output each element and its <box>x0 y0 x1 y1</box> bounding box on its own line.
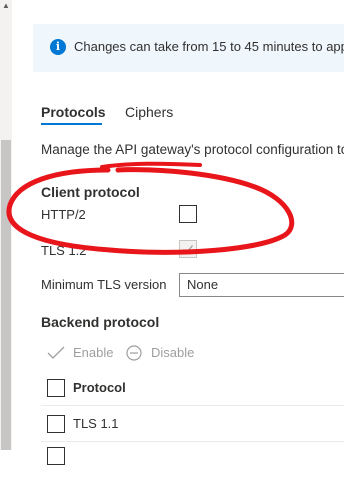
info-banner: i Changes can take from 15 to 45 minutes… <box>33 24 344 72</box>
tab-ciphers[interactable]: Ciphers <box>125 103 173 121</box>
disable-label: Disable <box>151 345 195 360</box>
min-tls-selected-value: None <box>187 277 219 292</box>
row-checkbox[interactable] <box>47 415 65 433</box>
tab-selected-indicator <box>41 123 102 125</box>
backend-protocol-title: Backend protocol <box>41 314 160 330</box>
min-tls-dropdown[interactable]: None <box>179 273 344 297</box>
scroll-up-icon[interactable]: ▲ <box>2 2 10 10</box>
http2-label: HTTP/2 <box>41 207 86 222</box>
page-scrollbar[interactable]: ▲ <box>0 0 12 450</box>
info-icon: i <box>50 39 66 55</box>
disable-icon <box>126 345 142 361</box>
info-banner-text: Changes can take from 15 to 45 minutes t… <box>74 39 344 54</box>
client-protocol-title: Client protocol <box>41 184 140 200</box>
scrollbar-thumb[interactable] <box>1 140 11 450</box>
min-tls-label: Minimum TLS version <box>41 277 167 292</box>
table-header-row: Protocol <box>41 370 344 406</box>
tls12-label: TLS 1.2 <box>41 243 87 258</box>
table-row[interactable]: TLS 1.1 <box>41 406 344 442</box>
page-description: Manage the API gateway's protocol config… <box>41 142 344 157</box>
select-all-checkbox[interactable] <box>47 379 65 397</box>
tab-protocols[interactable]: Protocols <box>41 103 106 121</box>
protocol-column-header[interactable]: Protocol <box>73 380 126 396</box>
tls12-checkbox[interactable] <box>179 240 197 258</box>
checkmark-icon <box>47 346 65 359</box>
table-row[interactable] <box>41 442 344 478</box>
checkmark-icon <box>183 245 193 254</box>
http2-checkbox[interactable] <box>179 205 197 223</box>
row-protocol-name: TLS 1.1 <box>73 416 119 431</box>
enable-label: Enable <box>73 345 114 360</box>
